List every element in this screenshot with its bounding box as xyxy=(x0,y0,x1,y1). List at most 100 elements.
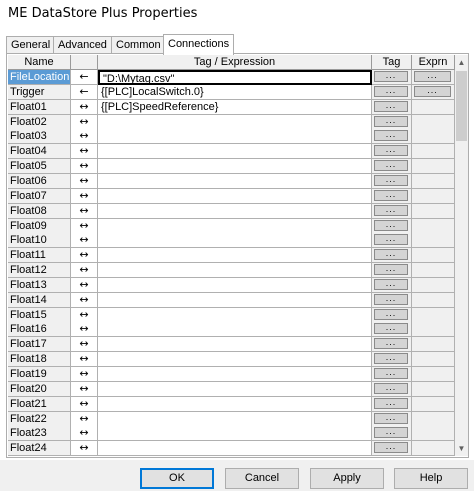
tag-browse-button[interactable]: ... xyxy=(374,278,408,290)
row-name[interactable]: Float22 xyxy=(8,411,71,427)
expression-editor-button[interactable]: ... xyxy=(414,71,451,82)
table-row[interactable]: Float02 ↔... xyxy=(8,114,455,130)
tab-connections[interactable]: Connections xyxy=(163,34,235,55)
tab-advanced[interactable]: Advanced xyxy=(53,36,112,53)
expression-field[interactable] xyxy=(98,411,372,427)
tag-browse-button[interactable]: ... xyxy=(374,204,408,216)
expression-field[interactable] xyxy=(98,381,372,397)
table-row[interactable]: Float07 ↔... xyxy=(8,188,455,204)
table-row[interactable]: Float15 ↔... xyxy=(8,307,455,323)
tag-browse-button[interactable]: ... xyxy=(374,145,408,157)
tab-general[interactable]: General xyxy=(6,36,56,53)
table-row[interactable]: Float05 ↔... xyxy=(8,159,455,175)
tag-browse-button[interactable]: ... xyxy=(374,382,408,394)
table-row[interactable]: Float04 ↔... xyxy=(8,144,455,160)
tag-browse-button[interactable]: ... xyxy=(374,160,408,172)
expression-field[interactable] xyxy=(98,292,372,308)
tag-browse-button[interactable]: ... xyxy=(374,189,408,201)
expression-field[interactable] xyxy=(98,352,372,368)
tag-browse-button[interactable]: ... xyxy=(374,353,408,365)
row-name[interactable]: Float17 xyxy=(8,337,71,353)
table-row[interactable]: Float18 ↔... xyxy=(8,352,455,368)
expression-field[interactable] xyxy=(98,144,372,160)
row-name[interactable]: Float13 xyxy=(8,277,71,293)
table-row[interactable]: Float20 ↔... xyxy=(8,381,455,397)
tag-browse-button[interactable]: ... xyxy=(374,427,408,439)
expression-field[interactable] xyxy=(98,337,372,353)
row-name[interactable]: Float08 xyxy=(8,203,71,219)
tag-browse-button[interactable]: ... xyxy=(374,85,408,97)
expression-field[interactable]: "D:\Mytag.csv" xyxy=(98,70,372,85)
table-row[interactable]: Float16 ↔... xyxy=(8,322,455,338)
header-tag[interactable]: Tag xyxy=(372,55,412,70)
expression-field[interactable] xyxy=(98,203,372,219)
expression-field[interactable] xyxy=(98,218,372,234)
tag-browse-button[interactable]: ... xyxy=(374,115,408,127)
row-name[interactable]: Float18 xyxy=(8,352,71,368)
expression-field[interactable] xyxy=(98,263,372,279)
tag-browse-button[interactable]: ... xyxy=(374,323,408,335)
cancel-button[interactable]: Cancel xyxy=(225,468,299,489)
tag-browse-button[interactable]: ... xyxy=(374,234,408,246)
table-row[interactable]: Float01 ↔ {[PLC]SpeedReference}... xyxy=(8,99,455,115)
table-row[interactable]: FileLocation ← "D:\Mytag.csv"...... xyxy=(8,70,455,85)
tag-browse-button[interactable]: ... xyxy=(374,100,408,112)
table-row[interactable]: Float03 ↔... xyxy=(8,129,455,145)
row-name[interactable]: Float04 xyxy=(8,144,71,160)
expression-field[interactable]: {[PLC]SpeedReference} xyxy=(98,99,372,115)
header-expression[interactable]: Tag / Expression xyxy=(98,55,372,70)
tag-browse-button[interactable]: ... xyxy=(374,130,408,142)
expression-field[interactable] xyxy=(98,248,372,264)
table-row[interactable]: Float10 ↔... xyxy=(8,233,455,249)
tag-browse-button[interactable]: ... xyxy=(374,219,408,231)
tag-browse-button[interactable]: ... xyxy=(374,368,408,379)
table-row[interactable]: Float12 ↔... xyxy=(8,263,455,279)
tag-browse-button[interactable]: ... xyxy=(374,249,408,261)
tag-browse-button[interactable]: ... xyxy=(374,264,408,276)
table-row[interactable]: Float13 ↔... xyxy=(8,277,455,293)
expression-field[interactable] xyxy=(98,129,372,145)
row-name[interactable]: Float12 xyxy=(8,263,71,279)
table-row[interactable]: Float23 ↔... xyxy=(8,426,455,442)
table-row[interactable]: Trigger ← {[PLC]LocalSwitch.0}...... xyxy=(8,84,455,100)
expression-field[interactable] xyxy=(98,367,372,382)
row-name[interactable]: Float24 xyxy=(8,441,71,456)
table-row[interactable]: Float14 ↔... xyxy=(8,292,455,308)
expression-field[interactable] xyxy=(98,426,372,442)
row-name[interactable]: Float11 xyxy=(8,248,71,264)
expression-field[interactable] xyxy=(98,188,372,204)
expression-field[interactable] xyxy=(98,441,372,456)
table-row[interactable]: Float06 ↔... xyxy=(8,173,455,189)
row-name[interactable]: Float09 xyxy=(8,218,71,234)
table-row[interactable]: Float17 ↔... xyxy=(8,337,455,353)
expression-editor-button[interactable]: ... xyxy=(414,85,451,97)
apply-button[interactable]: Apply xyxy=(310,468,384,489)
table-row[interactable]: Float22 ↔... xyxy=(8,411,455,427)
tag-browse-button[interactable]: ... xyxy=(374,338,408,350)
expression-field[interactable] xyxy=(98,173,372,189)
expression-field[interactable] xyxy=(98,233,372,249)
tag-browse-button[interactable]: ... xyxy=(374,308,408,320)
expression-field[interactable] xyxy=(98,159,372,175)
tag-browse-button[interactable]: ... xyxy=(374,442,408,454)
row-name[interactable]: Float15 xyxy=(8,307,71,323)
row-name[interactable]: Float14 xyxy=(8,292,71,308)
table-row[interactable]: Float11 ↔... xyxy=(8,248,455,264)
row-name[interactable]: Float16 xyxy=(8,322,71,338)
row-name[interactable]: Float10 xyxy=(8,233,71,249)
row-name[interactable]: Float01 xyxy=(8,99,71,115)
expression-field[interactable] xyxy=(98,307,372,323)
tag-browse-button[interactable]: ... xyxy=(374,71,408,82)
row-name[interactable]: Float23 xyxy=(8,426,71,442)
scrollbar-thumb[interactable] xyxy=(456,71,467,141)
row-name[interactable]: Float19 xyxy=(8,367,71,382)
expression-field[interactable] xyxy=(98,396,372,412)
row-name[interactable]: Float06 xyxy=(8,173,71,189)
header-name[interactable]: Name xyxy=(8,55,71,70)
row-name[interactable]: Float05 xyxy=(8,159,71,175)
row-name[interactable]: Trigger xyxy=(8,84,71,100)
header-direction[interactable] xyxy=(71,55,98,70)
tag-browse-button[interactable]: ... xyxy=(374,397,408,409)
arrow-up-icon[interactable]: ▲ xyxy=(455,55,468,70)
tag-browse-button[interactable]: ... xyxy=(374,293,408,305)
